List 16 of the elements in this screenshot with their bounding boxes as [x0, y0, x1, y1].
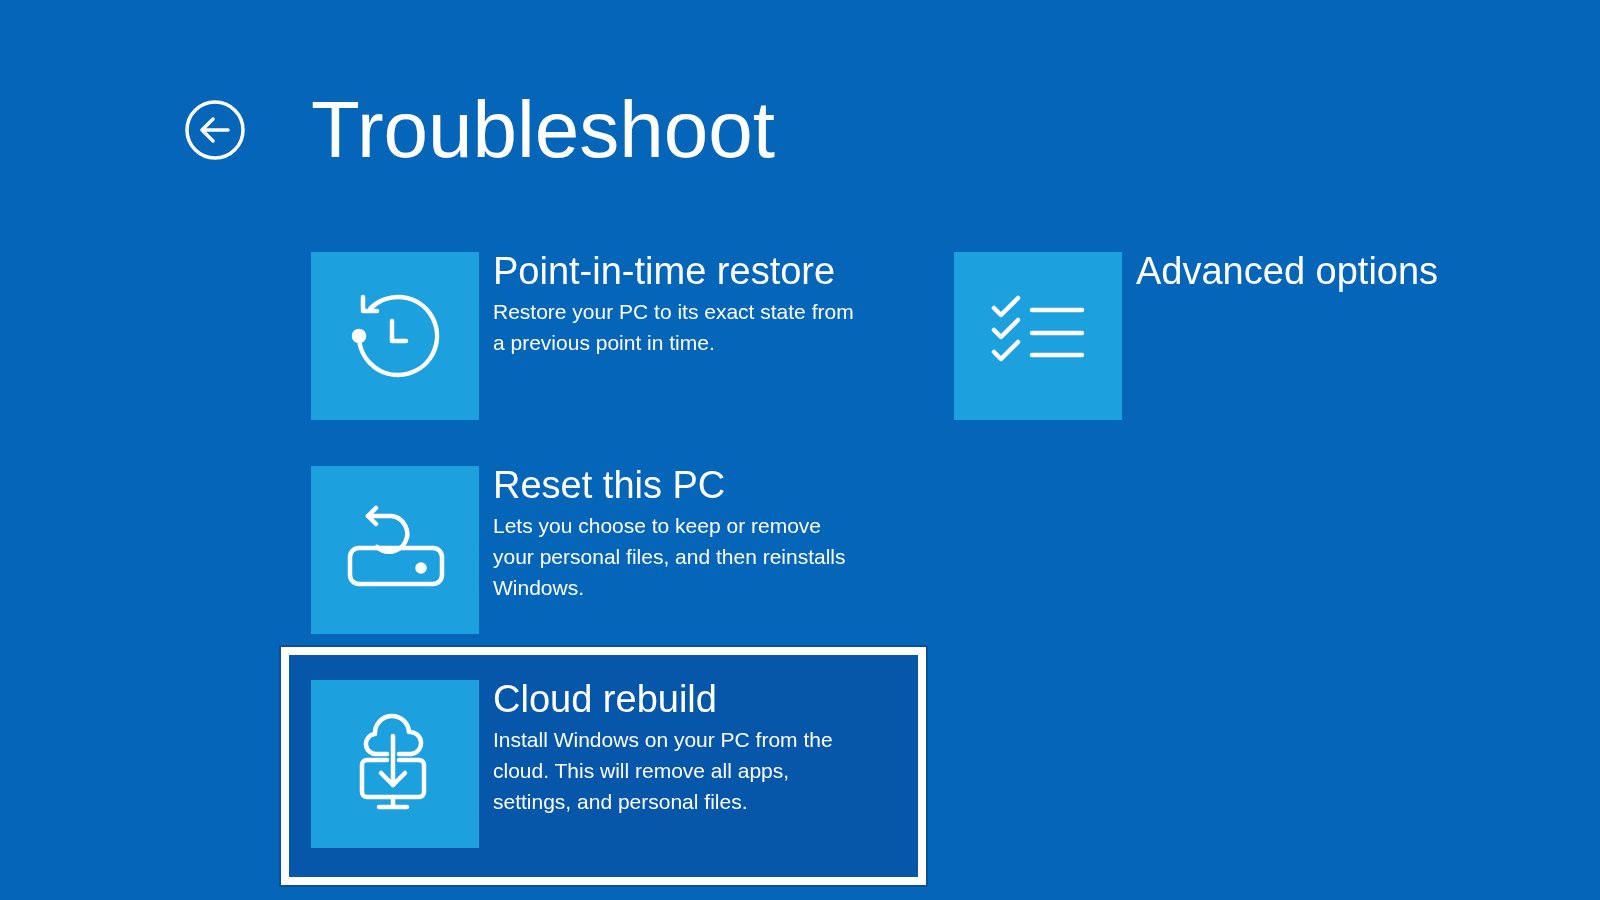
option-description: Lets you choose to keep or remove your personal files, and then reinstalls Windows. [493, 513, 847, 601]
troubleshoot-option[interactable]: Reset this PC Lets you choose to keep or remove your personal files, and then reinstalls Windows. [311, 466, 896, 634]
option-title: Reset this PC [493, 463, 727, 507]
back-button[interactable] [185, 100, 245, 160]
option-description: Restore your PC to its exact state from a previous point in time. [493, 299, 855, 356]
option-description: Install Windows on your PC from the cloud. This will remove all apps, settings, and personal files. [493, 727, 834, 815]
troubleshoot-option[interactable]: Cloud rebuild Install Windows on your PC from the cloud. This will remove all apps, settings, and personal files. [281, 647, 926, 885]
history-icon [311, 252, 479, 420]
option-title: Advanced options [1136, 249, 1439, 293]
cloud-monitor-icon [311, 680, 479, 848]
troubleshoot-option[interactable]: Point-in-time restore Restore your PC to its exact state from a previous point in time. [311, 252, 896, 420]
troubleshoot-option[interactable]: Advanced options [954, 252, 1600, 420]
option-title: Point-in-time restore [493, 249, 837, 293]
option-title: Cloud rebuild [493, 677, 718, 721]
checklist-icon [954, 252, 1122, 420]
page-title: Troubleshoot [311, 90, 775, 170]
